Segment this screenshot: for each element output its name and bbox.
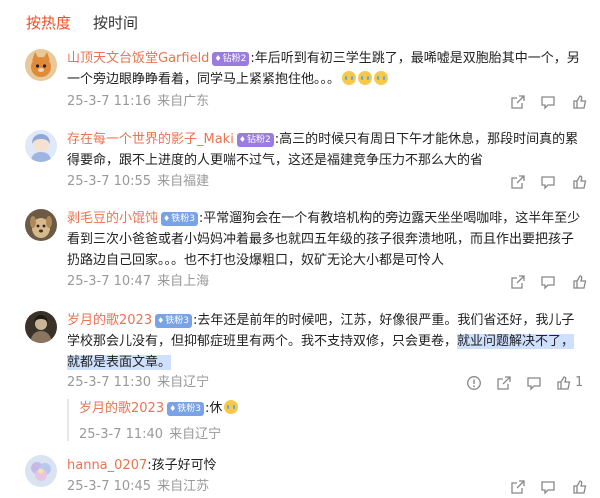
comment-icon[interactable] xyxy=(540,274,556,290)
reply-meta: 25-3-7 11:40 来自辽宁 xyxy=(79,423,221,442)
cat-avatar-icon xyxy=(25,49,57,81)
comment-actions: 1 xyxy=(466,375,590,391)
share-icon[interactable] xyxy=(510,94,526,110)
comment-username[interactable]: 存在每一个世界的影子_Maki xyxy=(67,132,234,147)
reply-date: 25-3-7 11:40 xyxy=(79,427,164,442)
like-icon[interactable] xyxy=(572,479,588,495)
fan-badge-label: 铁粉3 xyxy=(177,404,201,414)
reply-text: :休 xyxy=(205,401,223,416)
comment-meta: 25-3-7 10:45 来自江苏 xyxy=(67,479,215,495)
comment-body: 剥毛豆的小馄饨 ♦铁粉3:平常遛狗会在一个有教培机构的旁边露天坐坐喝咖啡，这半年至… xyxy=(67,208,586,271)
comment-actions xyxy=(510,479,590,495)
comment-body: 存在每一个世界的影子_Maki ♦钻粉2:高三的时候只有周日下午才能休息，那段时间… xyxy=(67,129,586,171)
comment-item: 岁月的歌2023 ♦铁粉3:去年还是前年的时候吧，江苏，好像很严重。我们省还好，我… xyxy=(0,307,600,449)
comment-date: 25-3-7 11:30 xyxy=(67,375,152,390)
avatar[interactable] xyxy=(25,49,57,81)
comment-actions xyxy=(510,174,590,190)
comment-location: 来自江苏 xyxy=(157,479,210,494)
reply-username[interactable]: 岁月的歌2023 xyxy=(79,401,164,416)
comment-text: :孩子好可怜 xyxy=(147,458,217,473)
comment-username[interactable]: 岁月的歌2023 xyxy=(67,313,152,328)
comment-icon[interactable] xyxy=(540,479,556,495)
share-icon[interactable] xyxy=(510,174,526,190)
avatar[interactable] xyxy=(25,130,57,162)
avatar[interactable] xyxy=(25,455,57,487)
share-icon[interactable] xyxy=(510,479,526,495)
comment-username[interactable]: 剥毛豆的小馄饨 xyxy=(67,211,158,226)
anime-avatar-icon xyxy=(25,130,57,162)
share-icon[interactable] xyxy=(510,274,526,290)
like-icon[interactable] xyxy=(572,274,588,290)
like-icon[interactable] xyxy=(556,375,572,391)
like-icon[interactable] xyxy=(572,174,588,190)
comment-location: 来自广东 xyxy=(157,94,210,109)
comment-location: 来自福建 xyxy=(157,174,210,189)
comment-body: 山顶天文台饭堂Garfield ♦钻粉2:年后听到有初三学生跳了，最唏嘘是双胞胎其… xyxy=(67,48,586,90)
reply-thread: 岁月的歌2023 ♦铁粉3:休 25-3-7 11:40 来自辽宁 xyxy=(67,399,593,442)
comment-item: 存在每一个世界的影子_Maki ♦钻粉2:高三的时候只有周日下午才能休息，那段时间… xyxy=(0,125,600,195)
comment-meta: 25-3-7 11:30 来自辽宁 xyxy=(67,375,215,391)
reply-body: 岁月的歌2023 ♦铁粉3:休 xyxy=(79,400,239,418)
comment-icon[interactable] xyxy=(540,174,556,190)
comment-item: 山顶天文台饭堂Garfield ♦钻粉2:年后听到有初三学生跳了，最唏嘘是双胞胎其… xyxy=(0,44,600,114)
comment-meta: 25-3-7 11:16 来自广东 xyxy=(67,94,215,110)
crying-emoji-icon xyxy=(342,71,357,85)
comment-date: 25-3-7 11:16 xyxy=(67,94,152,109)
comment-location: 来自上海 xyxy=(157,274,210,289)
comment-icon[interactable] xyxy=(540,94,556,110)
sort-tabs: 按热度 按时间 xyxy=(0,0,600,40)
fan-badge: ♦钻粉2 xyxy=(212,52,250,66)
fan-badge: ♦铁粉3 xyxy=(155,314,192,328)
comment-date: 25-3-7 10:47 xyxy=(67,274,152,289)
sweat-emoji-icon xyxy=(224,400,239,414)
fan-badge-label: 铁粉3 xyxy=(165,316,189,326)
crying-emoji-icon xyxy=(374,71,389,85)
share-icon[interactable] xyxy=(496,375,512,391)
tab-sort-by-hot[interactable]: 按热度 xyxy=(26,13,71,33)
comment-icon[interactable] xyxy=(526,375,542,391)
dog-avatar-icon xyxy=(25,209,57,241)
comment-date: 25-3-7 10:55 xyxy=(67,174,152,189)
like-icon[interactable] xyxy=(572,94,588,110)
fan-badge: ♦钻粉2 xyxy=(236,133,274,147)
flower-avatar-icon xyxy=(25,455,57,487)
fan-badge-label: 钻粉2 xyxy=(222,54,247,64)
comment-body: hanna_0207:孩子好可怜 xyxy=(67,455,586,476)
tab-sort-by-time[interactable]: 按时间 xyxy=(93,13,138,33)
comment-meta: 25-3-7 10:55 来自福建 xyxy=(67,174,215,190)
crying-emoji-icon xyxy=(358,71,373,85)
comment-meta: 25-3-7 10:47 来自上海 xyxy=(67,274,215,290)
like-count: 1 xyxy=(575,375,584,390)
reply-location: 来自辽宁 xyxy=(169,427,222,442)
comment-date: 25-3-7 10:45 xyxy=(67,479,152,494)
fan-badge-label: 铁粉3 xyxy=(171,214,195,224)
comment-item: 剥毛豆的小馄饨 ♦铁粉3:平常遛狗会在一个有教培机构的旁边露天坐坐喝咖啡，这半年至… xyxy=(0,205,600,297)
comment-body: 岁月的歌2023 ♦铁粉3:去年还是前年的时候吧，江苏，好像很严重。我们省还好，我… xyxy=(67,310,586,373)
fan-badge-label: 钻粉2 xyxy=(247,135,271,145)
fan-badge: ♦铁粉3 xyxy=(161,212,198,226)
comment-actions xyxy=(510,94,590,110)
avatar[interactable] xyxy=(25,209,57,241)
comment-username[interactable]: 山顶天文台饭堂Garfield xyxy=(67,51,209,66)
comment-username[interactable]: hanna_0207 xyxy=(67,458,147,473)
vintage-avatar-icon xyxy=(25,311,57,343)
avatar[interactable] xyxy=(25,311,57,343)
report-icon[interactable] xyxy=(466,375,482,391)
comment-location: 来自辽宁 xyxy=(157,375,210,390)
fan-badge: ♦铁粉3 xyxy=(167,402,204,416)
comment-actions xyxy=(510,274,590,290)
comment-item: hanna_0207:孩子好可怜 25-3-7 10:45 来自江苏 xyxy=(0,452,600,498)
